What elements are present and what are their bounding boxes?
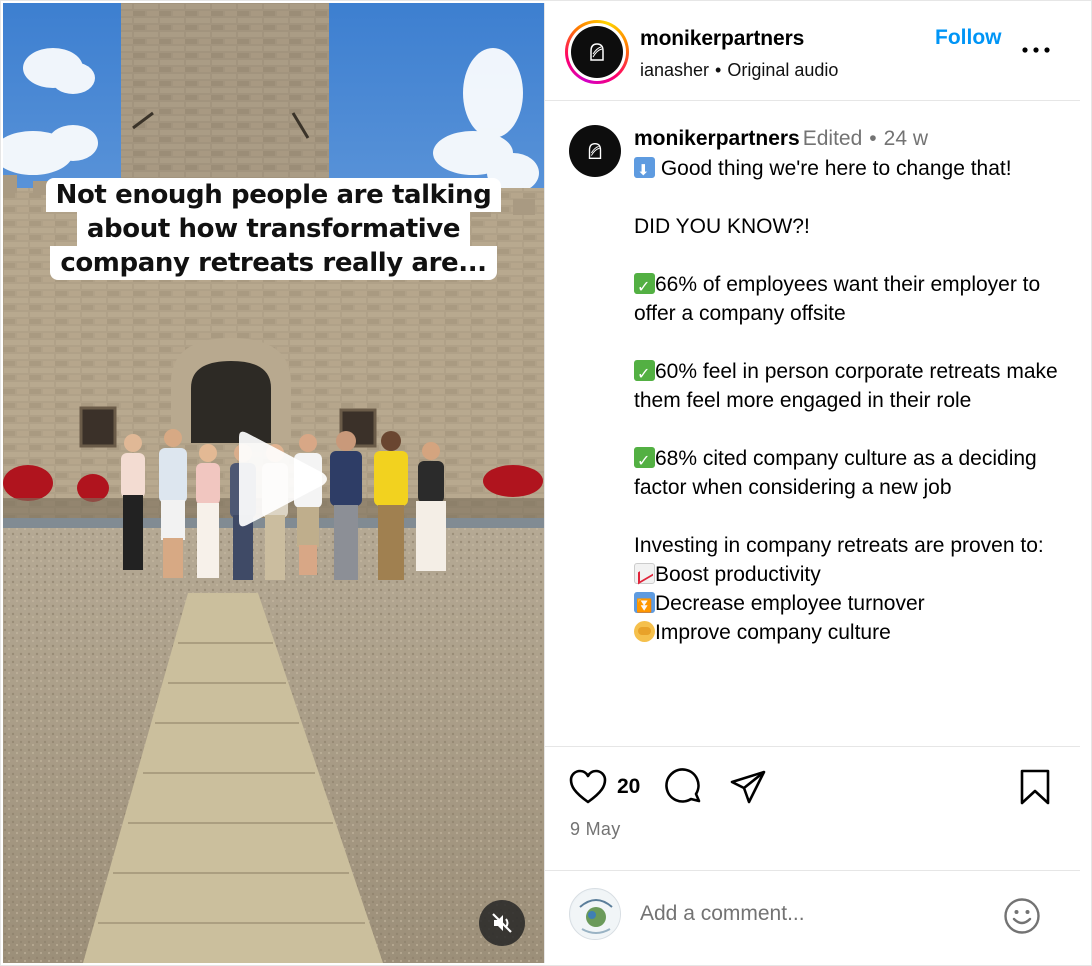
story-avatar[interactable]	[565, 20, 629, 84]
post-age[interactable]: 24 w	[884, 127, 928, 150]
post-date[interactable]: 9 May	[570, 819, 621, 840]
caption-stat: 60% feel in person corporate retreats ma…	[634, 360, 1064, 412]
post-author-avatar[interactable]	[569, 125, 621, 177]
user-avatar-image	[571, 890, 620, 939]
caption-line: company retreats really are...	[50, 246, 497, 280]
post-caption-area: monikerpartnersEdited • 24 w Good thing we…	[545, 101, 1080, 746]
caption-line: Good thing we're here to change that!	[655, 157, 1012, 180]
post-username[interactable]: monikerpartners	[634, 127, 800, 150]
reel-video[interactable]: Not enough people are talking about how …	[3, 3, 544, 963]
post-caption-text: Good thing we're here to change that! DI…	[634, 154, 1074, 647]
current-user-avatar[interactable]	[569, 888, 621, 940]
audio-author-link[interactable]: ianasher	[640, 60, 709, 80]
chart-increasing-emoji-icon	[634, 563, 655, 584]
play-icon	[239, 431, 327, 527]
muted-speaker-icon	[492, 913, 512, 933]
caption-line: Investing in company retreats are proven…	[634, 534, 1044, 557]
more-horizontal-icon[interactable]	[1021, 43, 1051, 57]
caption-benefit: Boost productivity	[655, 563, 821, 586]
caption-line: Not enough people are talking	[45, 178, 502, 212]
check-mark-emoji-icon	[634, 272, 655, 301]
post-actions: 20 9 May	[545, 746, 1080, 870]
follow-button[interactable]: Follow	[935, 26, 1002, 50]
caption-stat: 66% of employees want their employer to …	[634, 273, 1047, 325]
caption-line: DID YOU KNOW?!	[634, 215, 810, 238]
video-caption-overlay: Not enough people are talking about how …	[3, 178, 544, 280]
caption-benefit: Decrease employee turnover	[655, 592, 925, 615]
double-down-arrow-emoji-icon	[634, 592, 655, 621]
handshake-emoji-icon	[634, 621, 655, 642]
header-username[interactable]: monikerpartners	[640, 27, 804, 51]
play-button[interactable]	[231, 429, 331, 529]
smiley-icon[interactable]	[1003, 897, 1041, 935]
down-arrow-emoji-icon	[634, 156, 655, 185]
post-meta: monikerpartners Edited • 24 w	[634, 127, 928, 151]
caption-benefit: Improve company culture	[655, 621, 891, 644]
brand-logo-icon	[590, 43, 604, 61]
separator-dot: •	[715, 60, 722, 80]
brand-logo-icon	[588, 142, 602, 160]
comment-input[interactable]	[640, 899, 980, 929]
like-count[interactable]: 20	[617, 775, 640, 799]
heart-icon[interactable]	[569, 769, 607, 805]
original-audio-link[interactable]: Original audio	[727, 60, 838, 80]
post-header: monikerpartners ianasher • Original audio …	[545, 3, 1080, 101]
audio-info: ianasher • Original audio	[640, 60, 838, 81]
share-icon[interactable]	[729, 769, 767, 805]
check-mark-emoji-icon	[634, 446, 655, 475]
bookmark-icon[interactable]	[1019, 769, 1051, 805]
comment-bar	[545, 870, 1080, 963]
edited-label: Edited	[802, 127, 863, 150]
caption-stat: 68% cited company culture as a deciding …	[634, 447, 1043, 499]
separator-dot: •	[869, 127, 877, 150]
comment-icon[interactable]	[665, 768, 703, 806]
mute-button[interactable]	[479, 900, 525, 946]
check-mark-emoji-icon	[634, 359, 655, 388]
caption-line: about how transformative	[76, 212, 471, 246]
